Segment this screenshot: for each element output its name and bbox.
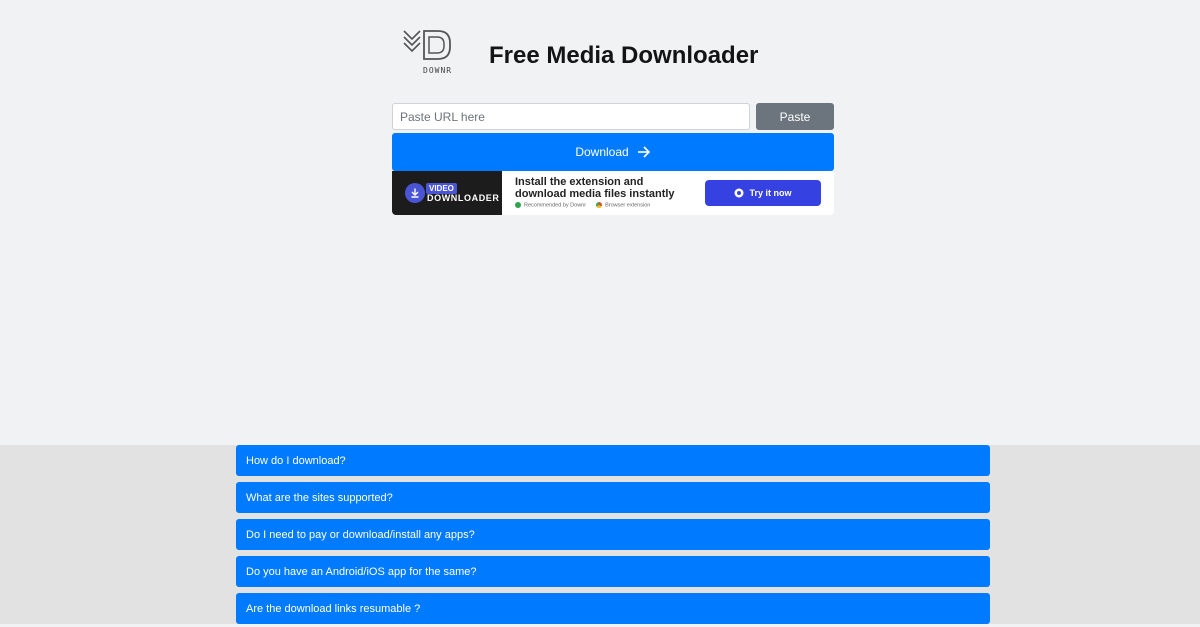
chrome-icon — [734, 188, 744, 198]
header: DOWNR Free Media Downloader — [400, 28, 800, 78]
try-it-now-label: Try it now — [749, 188, 792, 198]
download-label: Download — [575, 145, 629, 159]
check-circle-icon — [515, 202, 521, 208]
ad-badge: VIDEO DOWNLOADER — [392, 171, 502, 215]
faq-item[interactable]: Do you have an Android/iOS app for the s… — [236, 556, 990, 587]
ad-meta: Recommended by Downr Browser extension — [515, 202, 650, 208]
page-title: Free Media Downloader — [489, 42, 759, 69]
download-circle-icon — [405, 183, 425, 203]
download-button[interactable]: Download — [392, 133, 834, 171]
chrome-icon — [596, 202, 603, 208]
logo-text: DOWNR — [423, 66, 453, 75]
faq-item[interactable]: Do I need to pay or download/install any… — [236, 519, 990, 550]
url-input[interactable] — [392, 103, 750, 130]
logo-mark-icon — [403, 30, 451, 60]
extension-ad-banner[interactable]: VIDEO DOWNLOADER Install the extension a… — [392, 171, 834, 215]
try-it-now-button[interactable]: Try it now — [705, 180, 821, 206]
faq-item[interactable]: How do I download? — [236, 445, 990, 476]
ad-headline: Install the extension and download media… — [515, 176, 675, 200]
arrow-right-icon — [637, 146, 650, 158]
ad-badge-downloader: DOWNLOADER — [427, 193, 500, 203]
ad-recommended: Recommended by Downr — [524, 202, 587, 209]
faq-item[interactable]: What are the sites supported? — [236, 482, 990, 513]
paste-button[interactable]: Paste — [756, 103, 834, 130]
faq-item[interactable]: Are the download links resumable ? — [236, 593, 990, 624]
downr-logo[interactable]: DOWNR — [400, 28, 460, 78]
ad-extension-note: Browser extension — [605, 202, 651, 209]
faq-section: How do I download? What are the sites su… — [0, 445, 1200, 624]
